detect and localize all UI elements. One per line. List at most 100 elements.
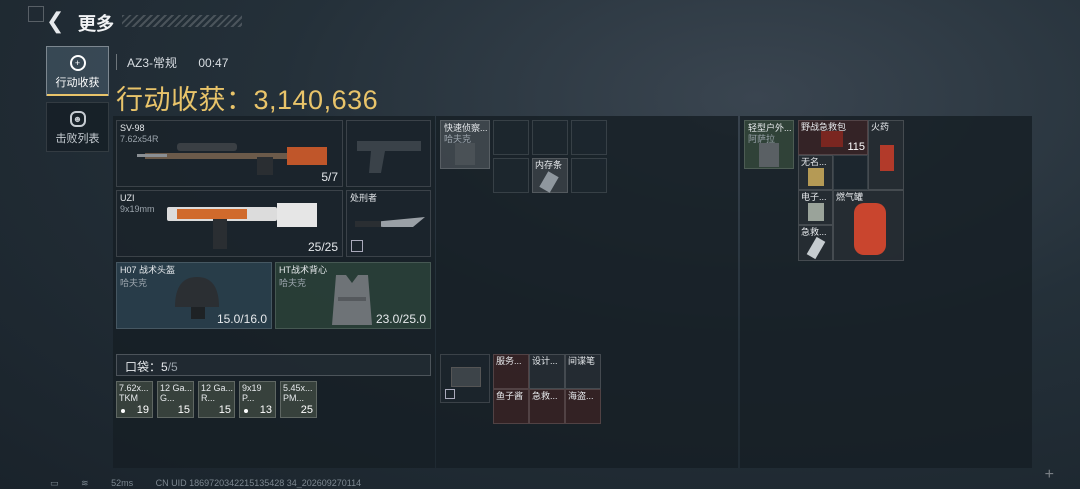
harvest-value: 行动收获：3,140,636 [116,85,379,115]
memory-stick-icon [539,171,559,193]
raid-time: 00:47 [198,56,229,70]
pocket-label: 口袋： [125,360,162,374]
item-tag: TKM [119,393,138,403]
case-item[interactable]: 服务... [493,354,529,389]
backpack-cell-empty[interactable] [833,155,868,190]
secondary-weapon-slot[interactable]: UZI 9x19mm 25/25 [116,190,343,257]
item-count: 15 [177,404,190,416]
rig-item-memory[interactable]: 内存条 [532,158,568,193]
item-count: 25 [300,404,313,416]
ammo-count: 5/7 [321,170,338,184]
backpack-item-electronics[interactable]: 电子... [798,190,833,225]
backpack-item-gas[interactable]: 燃气罐 [833,190,904,261]
rig-cell-empty[interactable] [532,120,568,155]
melee-name: 处刑者 [350,193,378,203]
item-tag: R... [201,393,216,403]
case-item[interactable]: 急救... [529,389,565,424]
vest-icon [332,275,372,325]
weapon-caliber: 9x19mm [120,204,155,214]
item-name: 内存条 [535,160,563,170]
backpack-item-first-aid[interactable]: 急救... [798,225,833,261]
item-name: 9x19 [242,383,262,393]
rig-icon [455,143,475,165]
plus-corner-icon: + [1044,466,1054,483]
item-count: 115 [847,141,865,153]
pistol-slot-empty[interactable] [346,120,431,187]
rig-cell-empty[interactable] [493,158,529,193]
item-count: 13 [259,404,272,416]
primary-weapon-slot[interactable]: SV-98 7.62x54R 5/7 [116,120,343,187]
pistol-silhouette-icon [357,141,421,173]
unlock-icon [445,389,455,399]
backpack-item-unnamed[interactable]: 无名... [798,155,833,190]
item-tag: G... [160,393,175,403]
crosshair-icon: + [69,55,86,71]
knife-icon [355,217,425,227]
case-item[interactable]: 间谍笔 [565,354,601,389]
case-item[interactable]: 设计... [529,354,565,389]
helmet-brand: 哈夫克 [120,278,148,288]
tab-label: 行动收获 [55,77,100,89]
pocket-item[interactable]: 12 Ga... R... 15 [198,381,235,418]
vest-slot[interactable]: HT战术背心 哈夫克 23.0/25.0 [275,262,431,329]
item-name: 燃气罐 [836,192,864,202]
syringe-icon [806,236,826,260]
vest-name: HT战术背心 [279,265,327,275]
case-item[interactable]: 鱼子酱 [493,389,529,424]
helmet-icon [175,277,219,319]
battery-icon: ▭ [50,478,59,488]
rig-cell-empty[interactable] [571,158,607,193]
item-count: 19 [136,404,149,416]
secure-case-slot[interactable] [440,354,490,403]
weapon-name: SV-98 [120,123,145,133]
skull-icon: ☻ [69,111,86,127]
tab-kill-list[interactable]: ☻ 击败列表 [46,102,109,152]
tab-label: 击败列表 [55,133,100,145]
backpack-item-fire[interactable]: 火药 [868,120,904,190]
helmet-durability: 15.0/16.0 [216,312,267,326]
case-icon [451,367,481,387]
backpack-icon [759,143,779,167]
item-name: 服务... [496,356,522,366]
pocket-count: 5 [161,360,168,374]
item-name: 电子... [801,192,827,202]
ammo-count: 25/25 [307,240,338,254]
helmet-slot[interactable]: H07 战术头盔 哈夫克 15.0/16.0 [116,262,272,329]
map-name: AZ3-常规 [127,56,178,70]
rig-cell-empty[interactable] [493,120,529,155]
melee-slot[interactable]: 处刑者 [346,190,431,257]
smg-icon [167,203,317,249]
tab-action-harvest[interactable]: + 行动收获 [46,46,109,96]
pocket-total: /5 [167,360,178,374]
ping: 52ms [111,478,134,488]
pocket-item[interactable]: 9x19 P... 13 [239,381,276,418]
wifi-icon: ≋ [81,478,89,488]
item-name: 7.62x... [119,383,149,393]
pocket-item[interactable]: 7.62x... TKM 19 [116,381,153,418]
title-stripe-decoration [122,15,242,27]
backpack-item-medkit[interactable]: 野战急救包 115 [798,120,868,155]
item-name: 间谍笔 [568,356,596,366]
gas-canister-icon [854,203,886,255]
item-name: 设计... [532,356,558,366]
backpack-slot[interactable]: 轻型户外... 阿萨拉 [744,120,794,169]
mark-dot-icon [244,409,248,413]
raid-info: AZ3-常规 00:47 [116,54,246,70]
weapon-name: UZI [120,193,135,203]
rig-cell-empty[interactable] [571,120,607,155]
sniper-rifle-icon [137,143,327,175]
chest-rig-slot[interactable]: 快速侦察... 哈夫克 [440,120,490,169]
back-arrow-icon[interactable]: ❮ [46,10,70,34]
item-name: 无名... [801,157,827,167]
corner-bracket [28,6,44,22]
item-name: 海盗... [568,391,594,401]
uid: CN UID 1869720342215135428 34_2026092701… [155,478,362,488]
case-item[interactable]: 海盗... [565,389,601,424]
pocket-item[interactable]: 5.45x... PM... 25 [280,381,317,418]
powder-can-icon [880,145,894,171]
item-name: 急救... [801,227,827,237]
item-name: 火药 [871,122,890,132]
page-title: 更多 [78,14,114,34]
chip-icon [808,203,824,221]
pocket-item[interactable]: 12 Ga... G... 15 [157,381,194,418]
